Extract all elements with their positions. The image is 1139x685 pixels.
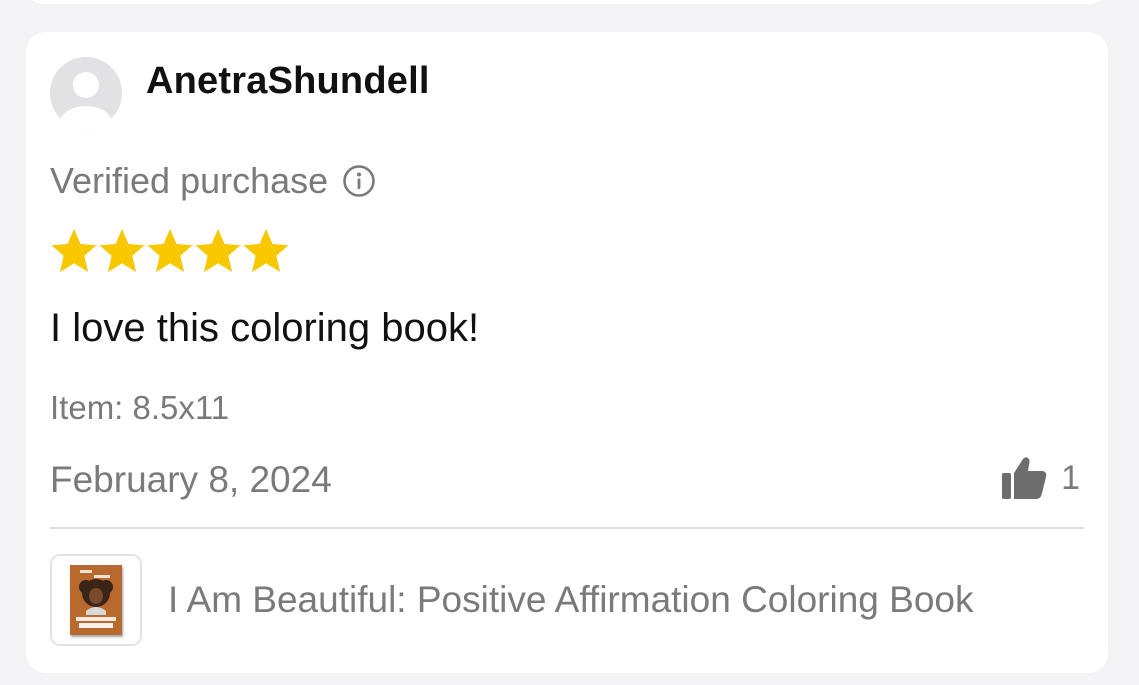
info-circle-icon[interactable] [342,164,376,198]
star-icon [99,229,145,272]
star-icon [243,229,289,272]
book-cover-image [70,565,122,635]
product-title: I Am Beautiful: Positive Affirmation Col… [168,579,974,620]
verified-purchase-label: Verified purchase [50,160,329,201]
product-link[interactable]: I Am Beautiful: Positive Affirmation Col… [50,554,974,646]
thumbs-up-icon [1002,457,1047,499]
divider [50,527,1084,529]
star-rating [50,228,290,274]
review-date: February 8, 2024 [50,459,332,500]
item-variant: Item: 8.5x11 [50,389,230,426]
avatar[interactable] [50,57,122,129]
helpful-button[interactable]: 1 [1001,456,1080,500]
star-icon [195,229,241,272]
previous-card-edge [26,0,1108,4]
verified-purchase[interactable]: Verified purchase [50,160,376,202]
star-icon [51,229,97,272]
review-title: I love this coloring book! [50,306,480,350]
default-avatar-icon [50,57,122,129]
star-icon [147,229,193,272]
product-thumbnail[interactable] [50,554,142,646]
review-card: AnetraShundell Verified purchase I love … [26,32,1108,673]
reviewer-name: AnetraShundell [146,60,430,102]
helpful-count: 1 [1061,458,1080,497]
